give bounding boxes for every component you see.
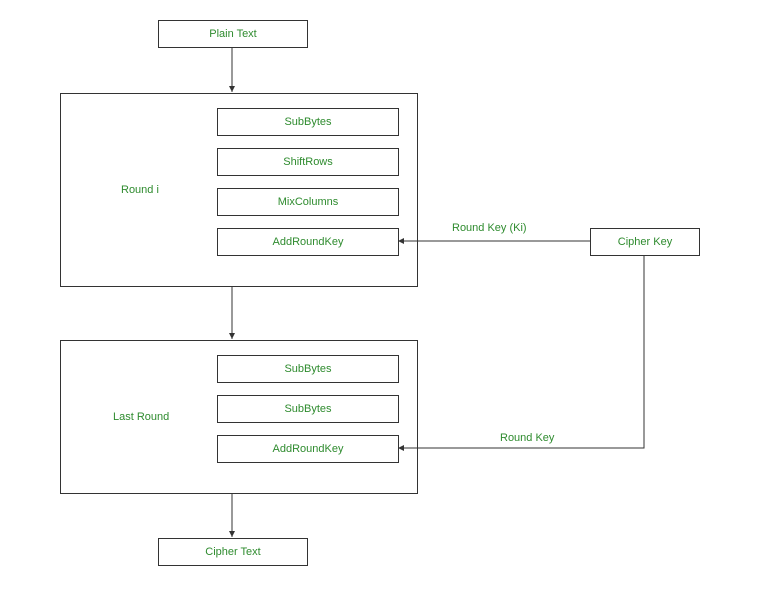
- last-round-step-subbytes2-label: SubBytes: [284, 403, 331, 415]
- round-i-step-shiftrows-label: ShiftRows: [283, 156, 333, 168]
- last-round-step-subbytes1: SubBytes: [217, 355, 399, 383]
- round-i-step-subbytes-label: SubBytes: [284, 116, 331, 128]
- last-round-container: Last Round SubBytes SubBytes AddRoundKey: [60, 340, 418, 494]
- last-round-step-addroundkey: AddRoundKey: [217, 435, 399, 463]
- round-i-step-addroundkey-label: AddRoundKey: [273, 236, 344, 248]
- round-i-step-shiftrows: ShiftRows: [217, 148, 399, 176]
- round-i-step-mixcolumns: MixColumns: [217, 188, 399, 216]
- round-i-step-subbytes: SubBytes: [217, 108, 399, 136]
- last-round-step-subbytes1-label: SubBytes: [284, 363, 331, 375]
- last-round-step-addroundkey-label: AddRoundKey: [273, 443, 344, 455]
- round-i-step-mixcolumns-label: MixColumns: [278, 196, 339, 208]
- round-i-container: Round i SubBytes ShiftRows MixColumns Ad…: [60, 93, 418, 287]
- roundkey-last-label: Round Key: [500, 432, 554, 444]
- plaintext-box: Plain Text: [158, 20, 308, 48]
- last-round-step-subbytes2: SubBytes: [217, 395, 399, 423]
- ciphertext-label: Cipher Text: [205, 546, 260, 558]
- round-i-label: Round i: [121, 184, 159, 196]
- ciphertext-box: Cipher Text: [158, 538, 308, 566]
- cipherkey-box: Cipher Key: [590, 228, 700, 256]
- cipherkey-label: Cipher Key: [618, 236, 672, 248]
- arrow-cipherkey-to-lastround-addroundkey: [398, 255, 644, 448]
- arrows-layer: [0, 0, 767, 599]
- last-round-label: Last Round: [113, 411, 169, 423]
- roundkey-i-label: Round Key (Ki): [452, 222, 527, 234]
- plaintext-label: Plain Text: [209, 28, 257, 40]
- round-i-step-addroundkey: AddRoundKey: [217, 228, 399, 256]
